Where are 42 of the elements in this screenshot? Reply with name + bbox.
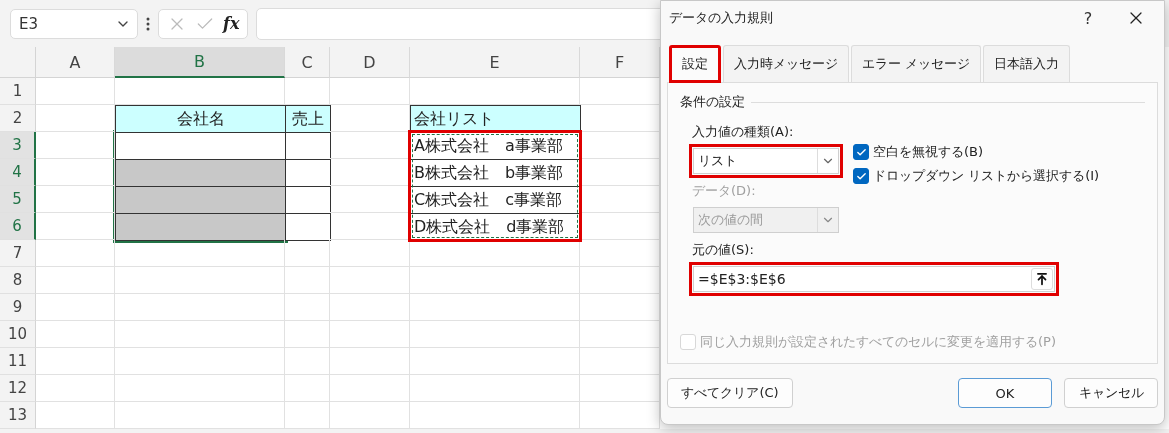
row-header[interactable]: 4 xyxy=(0,159,36,186)
row-header[interactable]: 10 xyxy=(0,321,36,348)
name-box[interactable]: E3 xyxy=(10,8,138,39)
field-label: 入力値の種類(A): xyxy=(692,123,795,141)
field-label: 元の値(S): xyxy=(692,241,755,259)
row-header[interactable]: 9 xyxy=(0,294,36,321)
checkbox-label: 同じ入力規則が設定されたすべてのセルに変更を適用する(P) xyxy=(700,333,1056,351)
row-header[interactable]: 1 xyxy=(0,78,36,105)
row-header[interactable]: 2 xyxy=(0,105,36,132)
field-label: データ(D): xyxy=(692,182,757,200)
column-header[interactable]: B xyxy=(115,47,285,78)
column-header[interactable]: C xyxy=(285,47,330,78)
column-header[interactable]: F xyxy=(580,47,660,78)
row-header[interactable]: 7 xyxy=(0,240,36,267)
window-title: データの入力規則 xyxy=(669,9,774,27)
allow-dropdown[interactable]: リスト xyxy=(693,148,839,174)
row-header[interactable]: 11 xyxy=(0,348,36,375)
tab[interactable]: 入力時メッセージ xyxy=(723,45,849,82)
table-cell: 会社リスト xyxy=(410,105,581,133)
row-header[interactable]: 13 xyxy=(0,402,36,429)
row-header[interactable]: 5 xyxy=(0,186,36,213)
row-header[interactable]: 3 xyxy=(0,132,36,159)
insert-function-button[interactable]: fx xyxy=(223,14,240,33)
source-field[interactable]: =$E$3:$E$6 xyxy=(693,266,1055,292)
cancel-button[interactable]: キャンセル xyxy=(1064,378,1158,408)
checkbox-label: ドロップダウン リストから選択する(I) xyxy=(873,167,1100,185)
group-title: 条件の設定 xyxy=(680,93,745,111)
row-header[interactable]: 12 xyxy=(0,375,36,402)
row-header[interactable]: 6 xyxy=(0,213,36,240)
table-cell: 会社名 xyxy=(115,105,286,133)
tab[interactable]: 設定 xyxy=(669,45,721,83)
column-header[interactable]: E xyxy=(410,47,580,78)
column-header[interactable]: A xyxy=(36,47,115,78)
clear-button[interactable]: すべてクリア(C) xyxy=(667,378,793,408)
tab[interactable]: エラー メッセージ xyxy=(851,45,982,82)
table-cell: 売上 xyxy=(285,105,331,133)
column-header[interactable]: D xyxy=(330,47,410,78)
checkbox-label: 空白を無視する(B) xyxy=(873,143,984,161)
ok-button[interactable]: OK xyxy=(958,378,1052,408)
help-button[interactable]: ? xyxy=(1068,4,1108,32)
tab[interactable]: 日本語入力 xyxy=(983,45,1071,82)
row-header[interactable]: 8 xyxy=(0,267,36,294)
